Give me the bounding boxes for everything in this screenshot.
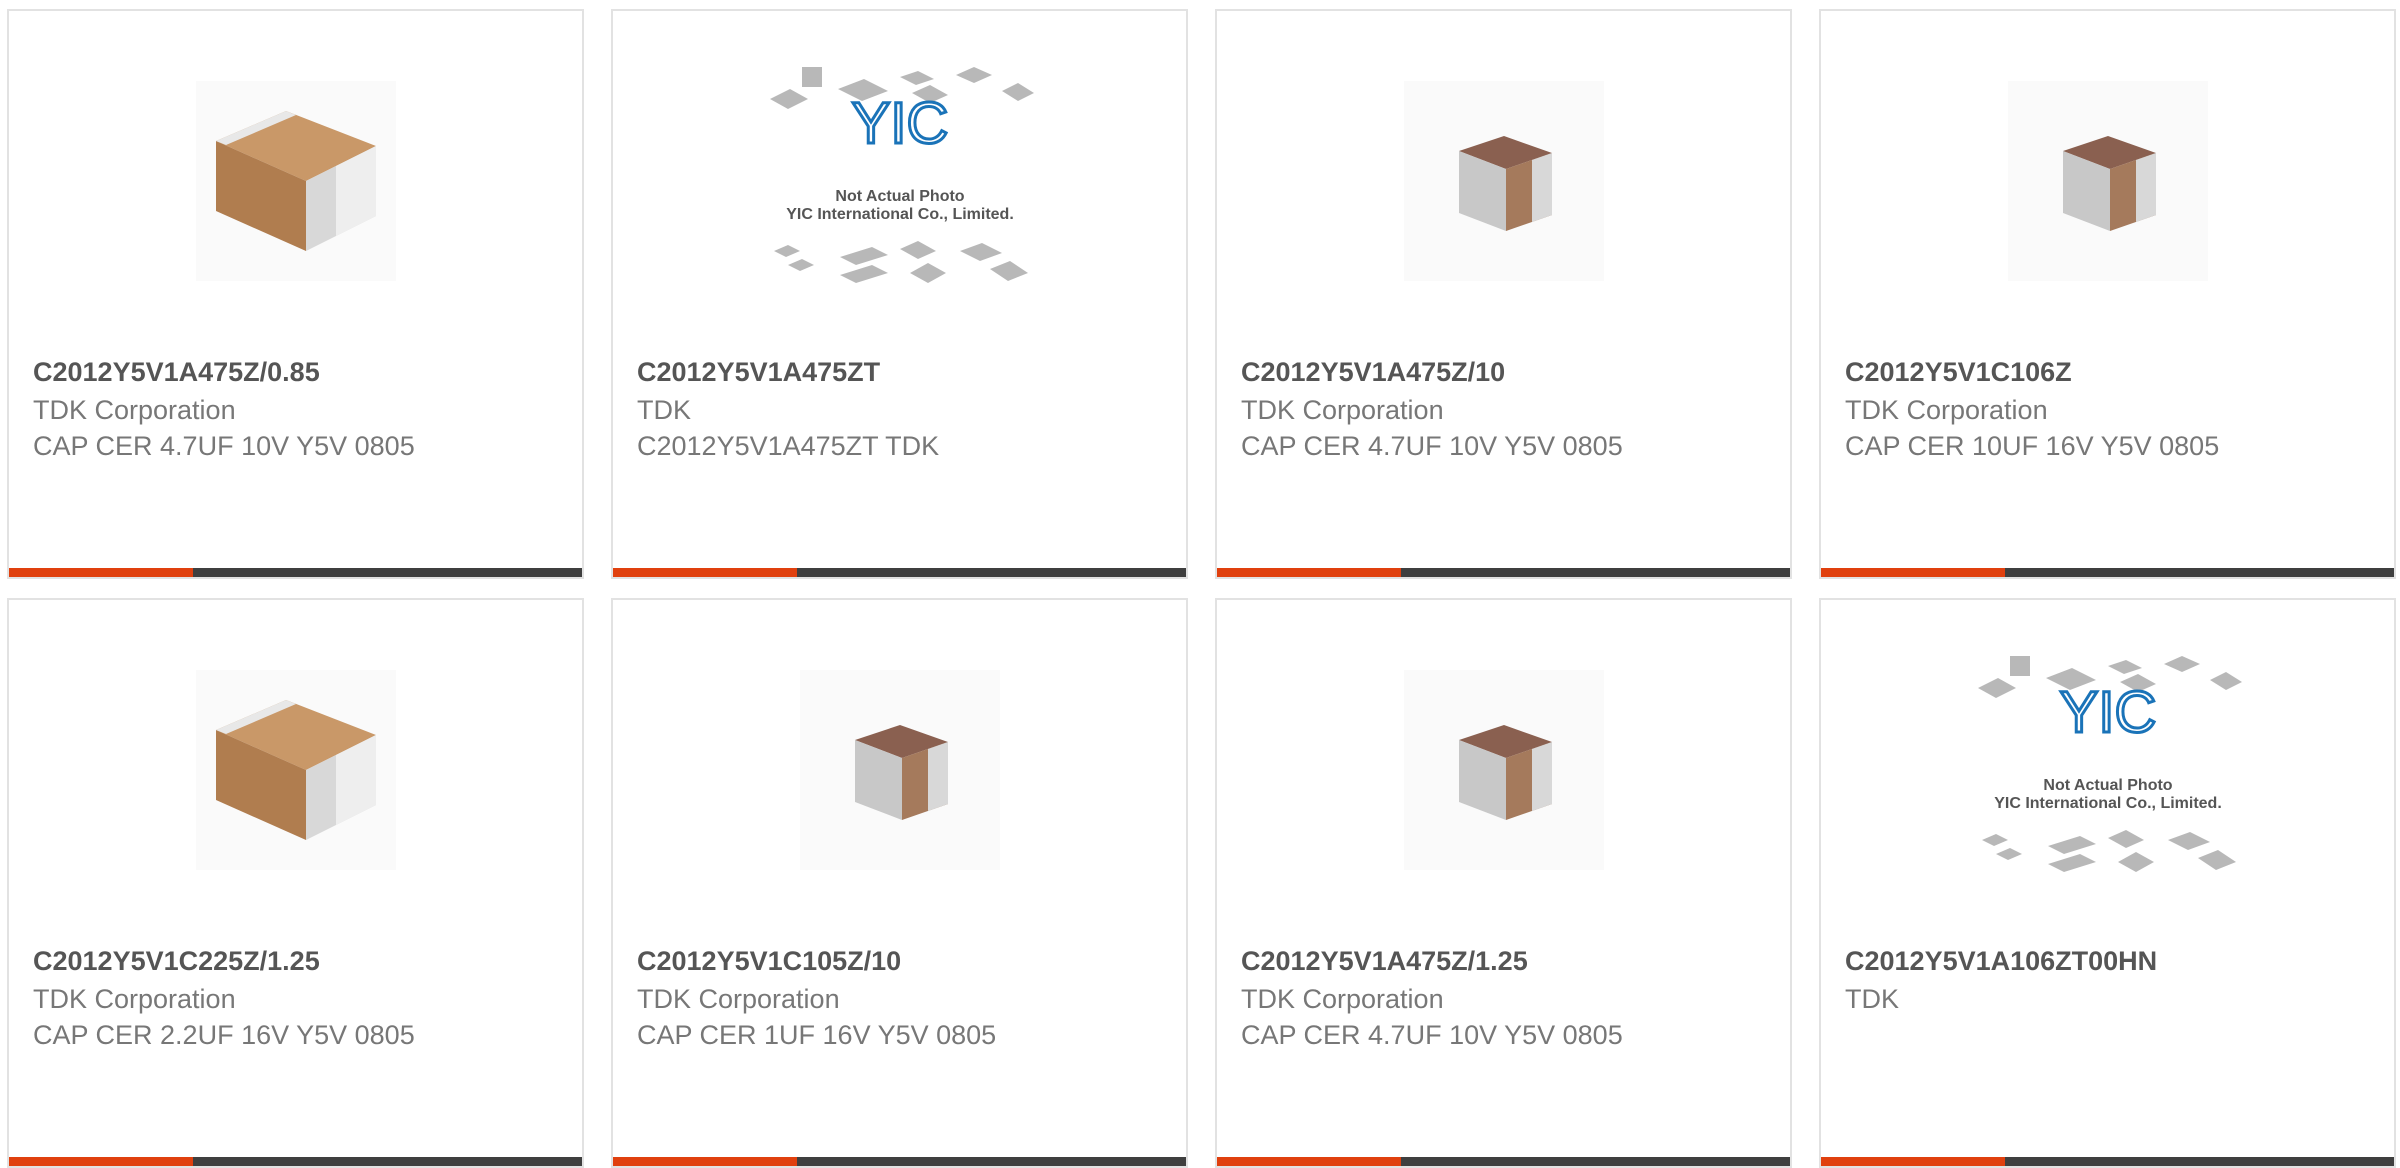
manufacturer: TDK Corporation xyxy=(1845,395,2048,425)
product-image[interactable] xyxy=(9,81,582,281)
part-number[interactable]: C2012Y5V1C106Z xyxy=(1845,357,2072,388)
card-bottom-bar xyxy=(1217,568,1790,577)
manufacturer: TDK Corporation xyxy=(1241,984,1444,1014)
description: CAP CER 2.2UF 16V Y5V 0805 xyxy=(33,1020,415,1050)
manufacturer: TDK Corporation xyxy=(33,395,236,425)
product-image[interactable] xyxy=(9,670,582,870)
description: CAP CER 1UF 16V Y5V 0805 xyxy=(637,1020,997,1050)
placeholder-line2: YIC International Co., Limited. xyxy=(786,206,1014,223)
accent-bar xyxy=(1821,568,2005,577)
product-image[interactable] xyxy=(1217,670,1790,870)
part-number[interactable]: C2012Y5V1A475ZT xyxy=(637,357,880,388)
tan-chip-capacitor-image xyxy=(195,81,396,281)
part-number[interactable]: C2012Y5V1A475Z/0.85 xyxy=(33,357,320,388)
product-card[interactable]: YIC Not Actual Photo YIC International C… xyxy=(1819,598,2396,1168)
accent-bar xyxy=(1217,1157,1401,1166)
small-chip-capacitor-image xyxy=(1403,670,1604,870)
card-bottom-bar xyxy=(613,1157,1186,1166)
product-image[interactable]: YIC Not Actual Photo YIC International C… xyxy=(613,67,1186,283)
product-card[interactable]: C2012Y5V1C106Z TDK Corporation CAP CER 1… xyxy=(1819,9,2396,579)
accent-bar xyxy=(9,1157,193,1166)
manufacturer: TDK Corporation xyxy=(33,984,236,1014)
small-chip-capacitor-image xyxy=(2007,81,2208,281)
description: CAP CER 10UF 16V Y5V 0805 xyxy=(1845,431,2220,461)
product-image[interactable] xyxy=(1821,81,2394,281)
card-bottom-bar xyxy=(9,568,582,577)
description: CAP CER 4.7UF 10V Y5V 0805 xyxy=(33,431,415,461)
part-number[interactable]: C2012Y5V1C225Z/1.25 xyxy=(33,946,320,977)
product-grid: C2012Y5V1A475Z/0.85 TDK Corporation CAP … xyxy=(0,0,2400,1168)
accent-bar xyxy=(1821,1157,2005,1166)
placeholder-line2: YIC International Co., Limited. xyxy=(1994,795,2222,812)
not-actual-photo-image: YIC Not Actual Photo YIC International C… xyxy=(1977,656,2242,872)
placeholder-line1: Not Actual Photo xyxy=(835,188,964,205)
card-bottom-bar xyxy=(1821,1157,2394,1166)
card-bottom-bar xyxy=(1821,568,2394,577)
part-number[interactable]: C2012Y5V1A106ZT00HN xyxy=(1845,946,2157,977)
product-card[interactable]: C2012Y5V1A475Z/0.85 TDK Corporation CAP … xyxy=(7,9,584,579)
product-card[interactable]: C2012Y5V1A475Z/1.25 TDK Corporation CAP … xyxy=(1215,598,1792,1168)
small-chip-capacitor-image xyxy=(1403,81,1604,281)
tan-chip-capacitor-image xyxy=(195,670,396,870)
card-bottom-bar xyxy=(9,1157,582,1166)
accent-bar xyxy=(613,568,797,577)
card-bottom-bar xyxy=(613,568,1186,577)
manufacturer: TDK xyxy=(637,395,691,425)
not-actual-photo-image: YIC Not Actual Photo YIC International C… xyxy=(769,67,1034,283)
yic-logo: YIC xyxy=(851,91,948,156)
manufacturer: TDK xyxy=(1845,984,1899,1014)
small-chip-capacitor-image xyxy=(799,670,1000,870)
accent-bar xyxy=(9,568,193,577)
accent-bar xyxy=(613,1157,797,1166)
description: C2012Y5V1A475ZT TDK xyxy=(637,431,940,461)
accent-bar xyxy=(1217,568,1401,577)
product-card[interactable]: C2012Y5V1C105Z/10 TDK Corporation CAP CE… xyxy=(611,598,1188,1168)
product-image[interactable] xyxy=(613,670,1186,870)
placeholder-line1: Not Actual Photo xyxy=(2043,777,2172,794)
product-card[interactable]: YIC Not Actual Photo YIC International C… xyxy=(611,9,1188,579)
manufacturer: TDK Corporation xyxy=(637,984,840,1014)
part-number[interactable]: C2012Y5V1C105Z/10 xyxy=(637,946,901,977)
card-bottom-bar xyxy=(1217,1157,1790,1166)
part-number[interactable]: C2012Y5V1A475Z/10 xyxy=(1241,357,1505,388)
description: CAP CER 4.7UF 10V Y5V 0805 xyxy=(1241,431,1623,461)
description: CAP CER 4.7UF 10V Y5V 0805 xyxy=(1241,1020,1623,1050)
product-image[interactable] xyxy=(1217,81,1790,281)
part-number[interactable]: C2012Y5V1A475Z/1.25 xyxy=(1241,946,1528,977)
product-image[interactable]: YIC Not Actual Photo YIC International C… xyxy=(1821,656,2394,872)
product-card[interactable]: C2012Y5V1C225Z/1.25 TDK Corporation CAP … xyxy=(7,598,584,1168)
yic-logo: YIC xyxy=(2059,680,2156,745)
manufacturer: TDK Corporation xyxy=(1241,395,1444,425)
product-card[interactable]: C2012Y5V1A475Z/10 TDK Corporation CAP CE… xyxy=(1215,9,1792,579)
